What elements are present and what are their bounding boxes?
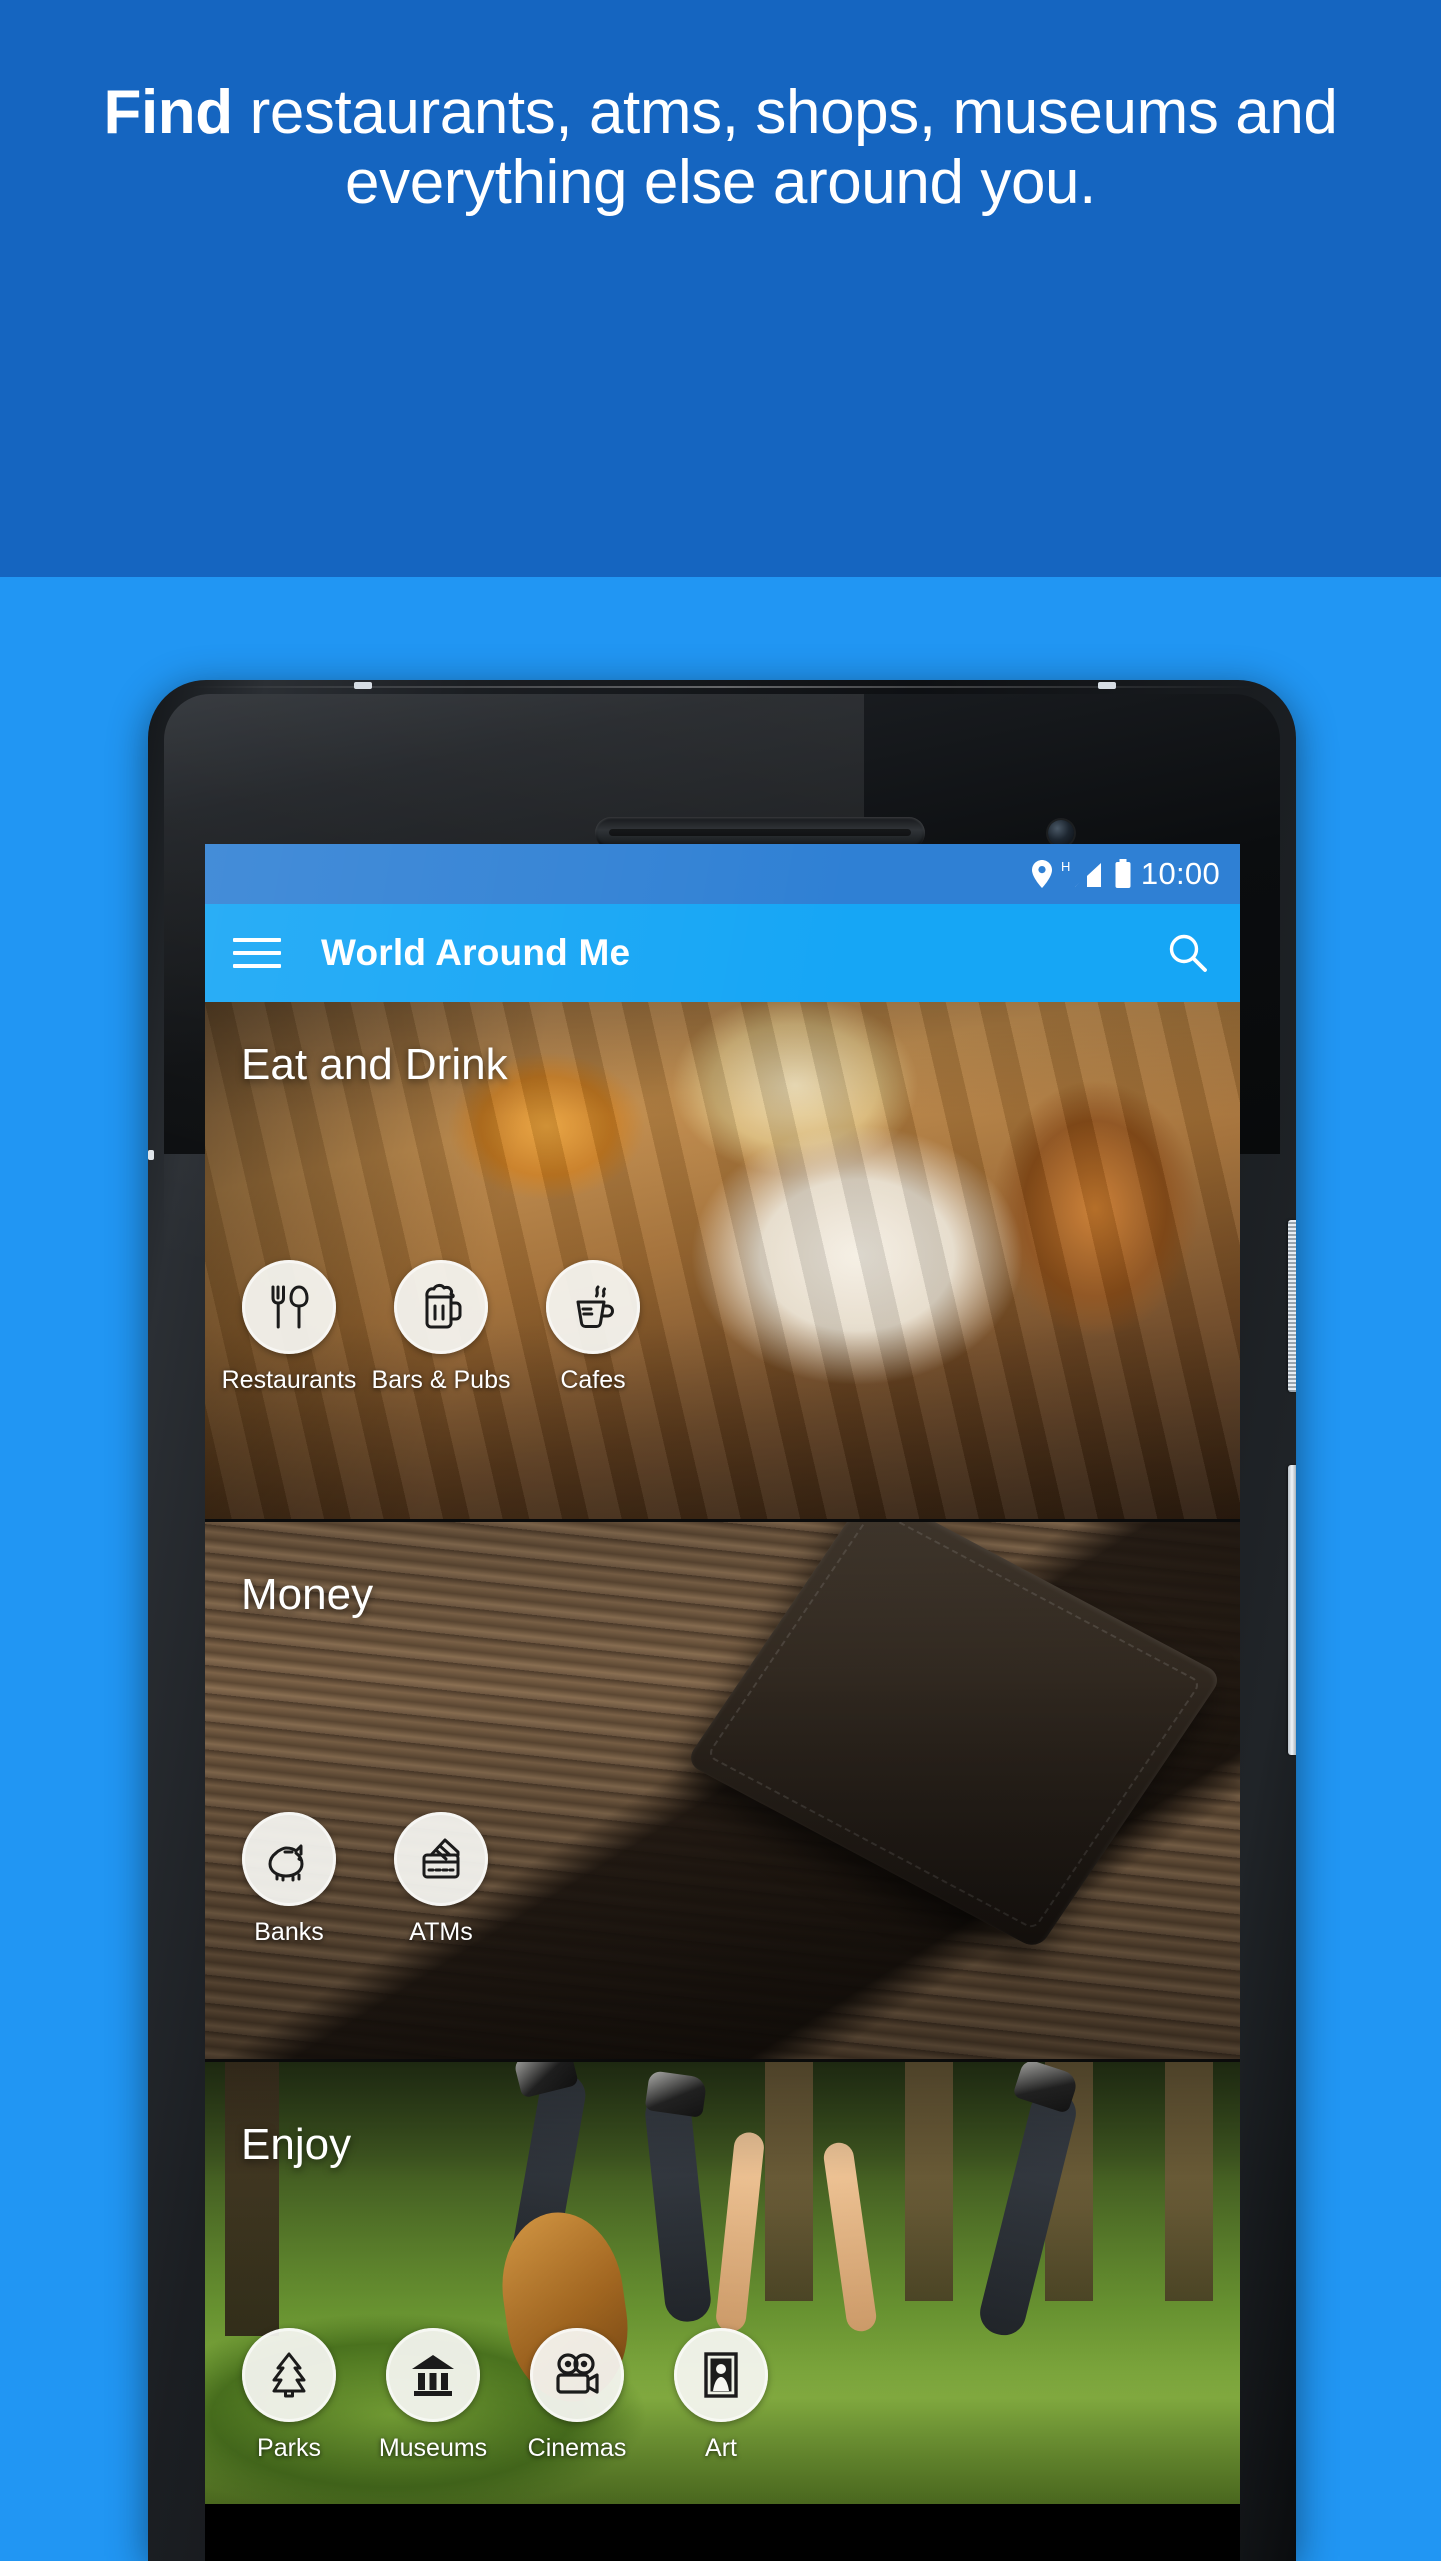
category-section-enjoy: Enjoy Parks Museums Cinemas Art bbox=[205, 2062, 1240, 2504]
photo-leg bbox=[507, 2069, 589, 2285]
category-section-eat-and-drink: Eat and Drink Restaurants Bars & Pubs Ca… bbox=[205, 1002, 1240, 1522]
phone-device-mockup: H 10:00 World Around Me Eat and Drink Re… bbox=[148, 680, 1296, 2561]
tile-atms[interactable]: ATMs bbox=[391, 1812, 491, 1947]
tile-label-cafes: Cafes bbox=[560, 1366, 626, 1394]
tile-cinemas[interactable]: Cinemas bbox=[527, 2328, 627, 2463]
volume-rocker-button[interactable] bbox=[1288, 1465, 1296, 1755]
tile-label-restaurants: Restaurants bbox=[221, 1366, 357, 1394]
photo-fence-slat bbox=[1165, 2062, 1213, 2301]
tile-art[interactable]: Art bbox=[671, 2328, 771, 2463]
hamburger-menu-icon[interactable] bbox=[229, 925, 285, 981]
phone-top-bezel-highlight bbox=[190, 686, 1254, 688]
coffee-cup-icon bbox=[546, 1260, 640, 1354]
promo-headline: Find restaurants, atms, shops, museums a… bbox=[0, 78, 1441, 218]
svg-text:H: H bbox=[1061, 859, 1070, 874]
search-icon[interactable] bbox=[1160, 925, 1216, 981]
photo-leg bbox=[643, 2090, 713, 2324]
tile-cafes[interactable]: Cafes bbox=[543, 1260, 643, 1395]
location-pin-icon bbox=[1031, 860, 1052, 888]
phone-top-bezel-nub-left bbox=[354, 682, 372, 689]
framed-painting-icon bbox=[674, 2328, 768, 2422]
tree-icon bbox=[242, 2328, 336, 2422]
category-title-enjoy: Enjoy bbox=[241, 2120, 352, 2169]
tile-banks[interactable]: Banks bbox=[239, 1812, 339, 1947]
photo-tree-trunk bbox=[225, 2062, 279, 2337]
wallet-photo-object bbox=[684, 1522, 1223, 1951]
promo-headline-lead: Find bbox=[103, 78, 234, 147]
status-bar-time: 10:00 bbox=[1140, 856, 1220, 891]
piggy-bank-icon bbox=[242, 1812, 336, 1906]
phone-left-edge-nub bbox=[148, 1150, 154, 1160]
tile-label-museums: Museums bbox=[378, 2434, 488, 2462]
movie-camera-icon bbox=[530, 2328, 624, 2422]
tile-label-art: Art bbox=[705, 2434, 737, 2462]
power-button[interactable] bbox=[1288, 1220, 1296, 1392]
category-tile-row-money: Banks ATMs bbox=[239, 1812, 491, 1947]
status-bar: H 10:00 bbox=[205, 844, 1240, 904]
tile-restaurants[interactable]: Restaurants bbox=[222, 1260, 356, 1395]
photo-arm bbox=[821, 2140, 879, 2334]
photo-fence-slat bbox=[905, 2062, 953, 2301]
category-title-eat-and-drink: Eat and Drink bbox=[241, 1040, 508, 1089]
photo-fence-slat bbox=[765, 2062, 813, 2301]
promo-banner: Find restaurants, atms, shops, museums a… bbox=[0, 0, 1441, 577]
category-tile-row-enjoy: Parks Museums Cinemas Art bbox=[239, 2328, 771, 2463]
beer-mug-icon bbox=[394, 1260, 488, 1354]
category-title-money: Money bbox=[241, 1570, 374, 1619]
battery-full-icon bbox=[1114, 859, 1132, 889]
tile-label-bars-and-pubs: Bars & Pubs bbox=[371, 1366, 511, 1394]
tile-label-atms: ATMs bbox=[409, 1918, 473, 1946]
photo-shoe bbox=[644, 2070, 708, 2118]
photo-fence-slat bbox=[1045, 2062, 1093, 2301]
fork-and-spoon-icon bbox=[242, 1260, 336, 1354]
photo-leg bbox=[975, 2086, 1081, 2340]
app-title: World Around Me bbox=[321, 932, 631, 973]
tile-parks[interactable]: Parks bbox=[239, 2328, 339, 2463]
tile-label-cinemas: Cinemas bbox=[527, 2434, 627, 2462]
category-section-money: Money Banks ATMs bbox=[205, 1522, 1240, 2062]
photo-arm bbox=[714, 2130, 766, 2334]
tile-label-banks: Banks bbox=[254, 1918, 324, 1946]
photo-shoe bbox=[513, 2062, 579, 2099]
app-bar: World Around Me bbox=[205, 904, 1240, 1002]
category-tile-row-eat-and-drink: Restaurants Bars & Pubs Cafes bbox=[222, 1260, 643, 1395]
tile-label-parks: Parks bbox=[257, 2434, 321, 2462]
tile-bars-and-pubs[interactable]: Bars & Pubs bbox=[372, 1260, 510, 1395]
front-camera-icon bbox=[1048, 820, 1074, 846]
signal-h-icon: H bbox=[1061, 859, 1105, 889]
phone-top-bezel-nub-right bbox=[1098, 682, 1116, 689]
photo-shoe bbox=[1012, 2062, 1080, 2114]
credit-card-icon bbox=[394, 1812, 488, 1906]
phone-screen: H 10:00 World Around Me Eat and Drink Re… bbox=[205, 844, 1240, 2561]
museum-building-icon bbox=[386, 2328, 480, 2422]
tile-museums[interactable]: Museums bbox=[379, 2328, 487, 2463]
promo-headline-rest: restaurants, atms, shops, museums and ev… bbox=[232, 78, 1338, 217]
